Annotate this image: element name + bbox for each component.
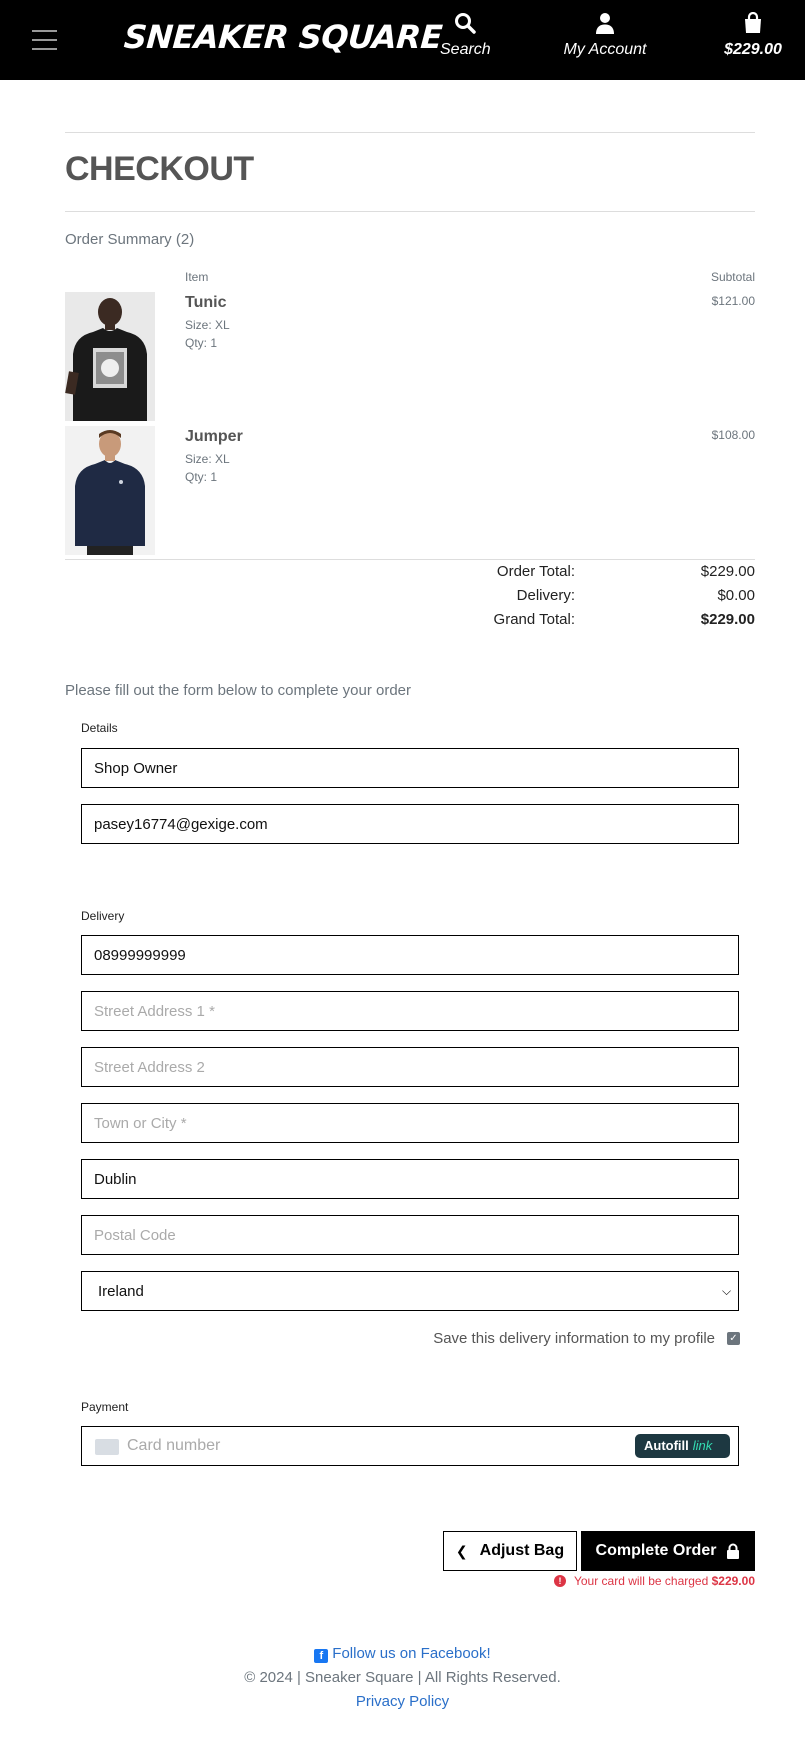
privacy-policy-link[interactable]: Privacy Policy <box>0 1693 805 1710</box>
page-title: CHECKOUT <box>65 150 254 188</box>
nav-search-label: Search <box>440 41 491 58</box>
search-icon <box>455 13 476 34</box>
user-icon <box>596 13 614 34</box>
card-number-placeholder: Card number <box>127 1437 221 1454</box>
delivery-legend: Delivery <box>81 909 125 923</box>
brand-logo[interactable]: SNEAKER SQUARE <box>123 18 444 56</box>
divider <box>65 559 755 560</box>
product-photo <box>65 426 155 555</box>
adjust-bag-label: Adjust Bag <box>479 1542 565 1559</box>
nav-account-label: My Account <box>563 41 647 58</box>
delivery-label: Delivery: <box>516 587 575 604</box>
charge-amount: $229.00 <box>711 1574 755 1588</box>
full-name-input[interactable] <box>81 748 739 788</box>
payment-legend: Payment <box>81 1400 129 1414</box>
grand-total-label: Grand Total: <box>493 611 575 628</box>
divider <box>65 132 755 133</box>
country-select[interactable]: Ireland <box>81 1271 739 1311</box>
complete-order-button[interactable]: Complete Order <box>581 1531 755 1571</box>
save-info-checkbox[interactable]: ✓ <box>727 1332 740 1345</box>
shopping-bag-icon <box>745 11 761 33</box>
menu-toggle-button[interactable] <box>32 30 57 50</box>
order-total-value: $229.00 <box>700 563 755 580</box>
save-info-row[interactable]: Save this delivery information to my pro… <box>433 1330 740 1347</box>
chevron-left-icon: ❮ <box>455 1542 468 1559</box>
exclamation-circle-icon: ! <box>553 1575 566 1587</box>
item-qty: Qty: 1 <box>185 336 218 350</box>
column-header-item: Item <box>185 270 209 284</box>
charge-note-text: Your card will be charged <box>573 1574 709 1588</box>
item-name: Jumper <box>185 428 243 445</box>
item-size: Size: XL <box>185 318 230 332</box>
county-input[interactable] <box>81 1159 739 1199</box>
card-number-field[interactable]: Card number Autofill link <box>81 1426 739 1466</box>
item-size: Size: XL <box>185 452 230 466</box>
copyright-text: © 2024 | Sneaker Square | All Rights Res… <box>244 1669 561 1686</box>
autofill-link-button[interactable]: Autofill link <box>635 1434 730 1458</box>
product-image-tunic <box>65 292 155 421</box>
facebook-link-text: Follow us on Facebook! <box>332 1645 491 1662</box>
grand-total-value: $229.00 <box>700 611 755 628</box>
column-header-subtotal: Subtotal <box>710 270 755 284</box>
autofill-label: Autofill <box>644 1438 689 1453</box>
link-logo: link <box>692 1438 713 1453</box>
top-navbar: SNEAKER SQUARE Search My Account $229.00 <box>0 0 805 80</box>
street-address-1-input[interactable] <box>81 991 739 1031</box>
facebook-icon: f <box>314 1649 329 1663</box>
form-intro-text: Please fill out the form below to comple… <box>65 682 412 699</box>
email-input[interactable] <box>81 804 739 844</box>
nav-shopping-bag[interactable]: $229.00 <box>718 11 788 59</box>
phone-input[interactable] <box>81 935 739 975</box>
street-address-2-input[interactable] <box>81 1047 739 1087</box>
hamburger-line <box>32 48 57 50</box>
order-total-label: Order Total: <box>496 563 575 580</box>
credit-card-icon <box>95 1439 119 1455</box>
item-name: Tunic <box>185 294 227 311</box>
details-legend: Details <box>81 721 118 735</box>
nav-my-account[interactable]: My Account <box>560 12 650 59</box>
facebook-link[interactable]: f Follow us on Facebook! <box>0 1645 805 1663</box>
charge-notice: ! Your card will be charged $229.00 <box>553 1574 755 1588</box>
delivery-value: $0.00 <box>717 587 755 604</box>
bag-total: $229.00 <box>724 41 782 58</box>
postal-code-input[interactable] <box>81 1215 739 1255</box>
order-summary-title: Order Summary (2) <box>65 231 195 248</box>
complete-order-label: Complete Order <box>595 1542 717 1559</box>
hamburger-line <box>32 39 57 41</box>
nav-search[interactable]: Search <box>440 12 491 59</box>
product-image-jumper <box>65 426 155 555</box>
save-info-label: Save this delivery information to my pro… <box>433 1330 715 1347</box>
item-subtotal: $108.00 <box>711 428 755 442</box>
divider <box>65 211 755 212</box>
adjust-bag-button[interactable]: ❮ Adjust Bag <box>443 1531 577 1571</box>
hamburger-line <box>32 30 57 32</box>
item-subtotal: $121.00 <box>711 294 755 308</box>
product-photo <box>65 292 155 421</box>
lock-icon <box>727 1543 740 1559</box>
town-city-input[interactable] <box>81 1103 739 1143</box>
item-qty: Qty: 1 <box>185 470 218 484</box>
